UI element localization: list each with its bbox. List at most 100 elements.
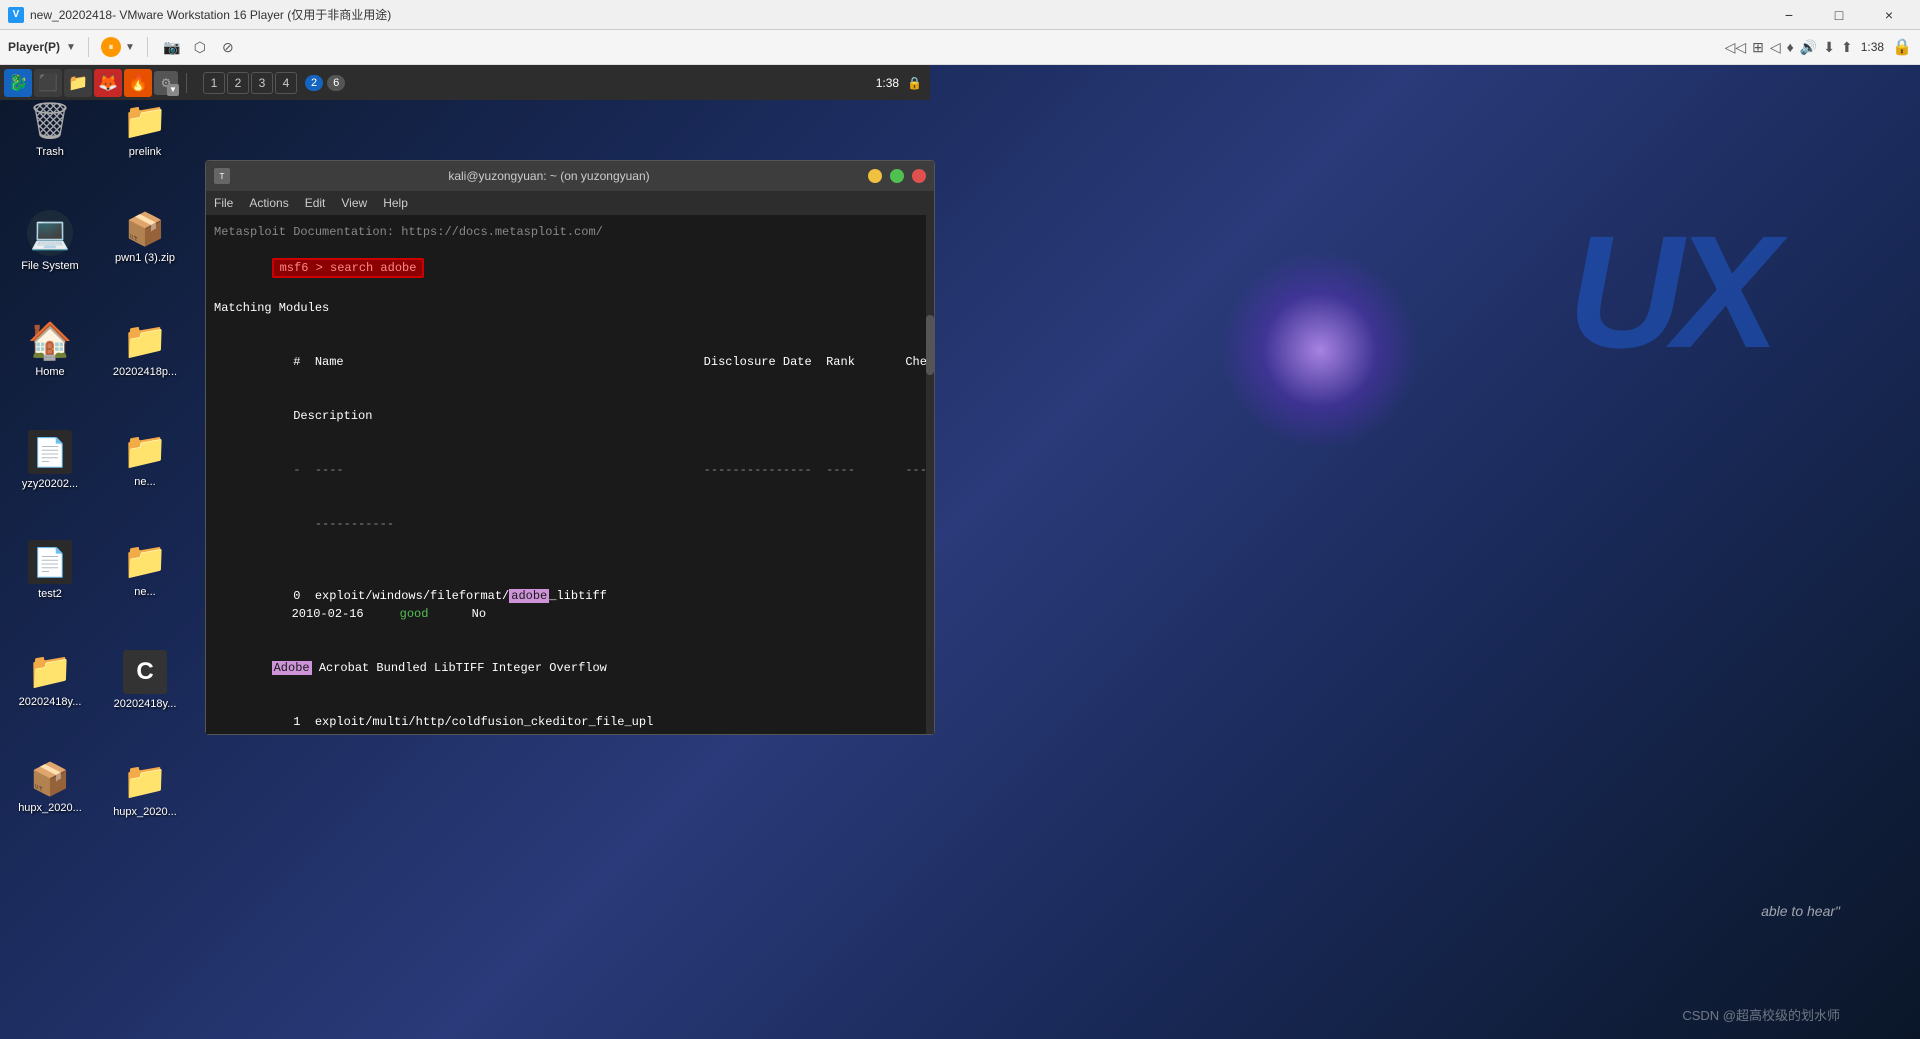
systray-icon-1[interactable]: ◁◁ <box>1725 39 1747 56</box>
desktop-icon-trash[interactable]: 🗑 Trash <box>10 100 90 158</box>
vmware-titlebar: V new_20202418- VMware Workstation 16 Pl… <box>0 0 1920 30</box>
desktop-icon-filesystem[interactable]: 💻 File System <box>10 210 90 272</box>
kali-lock-icon[interactable]: 🔒 <box>907 76 922 90</box>
systray-icons: ◁◁ ⊞ ◁ ♦ 🔊 ⬇ ⬆ <box>1725 39 1853 56</box>
systray-icon-2[interactable]: ⊞ <box>1752 39 1764 56</box>
kali-files-icon[interactable]: 📁 <box>64 69 92 97</box>
usb-icon[interactable]: ⊘ <box>216 35 240 59</box>
desktop-icon-prelink[interactable]: 📁 prelink <box>105 100 185 158</box>
vmware-title-text: new_20202418- VMware Workstation 16 Play… <box>30 6 391 23</box>
kali-tab-numbers: 1 2 3 4 <box>203 72 297 94</box>
kali-browser-icon[interactable]: 🦊 <box>94 69 122 97</box>
desktop-icon-upx2418[interactable]: 📄 yzy20202... <box>10 430 90 490</box>
scrollbar-thumb[interactable] <box>926 315 934 375</box>
player-label: Player(P) <box>8 40 60 54</box>
systray-icon-6[interactable]: ⬇ <box>1823 39 1835 56</box>
terminal-close-btn[interactable] <box>912 169 926 183</box>
terminal-minimize-btn[interactable] <box>868 169 882 183</box>
toolbar-icons: 📷 ⬡ ⊘ <box>160 35 240 59</box>
systray-icon-5[interactable]: 🔊 <box>1800 39 1817 56</box>
maximize-button[interactable]: □ <box>1816 0 1862 30</box>
tab-1-button[interactable]: 1 <box>203 72 225 94</box>
desktop-icon-pwn1zip[interactable]: 📦 pwn1 (3).zip <box>105 210 185 264</box>
tab-3-button[interactable]: 3 <box>251 72 273 94</box>
terminal-module-0-name: 0 exploit/windows/fileformat/adobe_libti… <box>214 569 926 641</box>
player-menu-area: Player(P) ▼ <box>8 40 76 54</box>
tab-2-button[interactable]: 2 <box>227 72 249 94</box>
terminal-body[interactable]: Metasploit Documentation: https://docs.m… <box>206 215 934 734</box>
vmware-title-area: V new_20202418- VMware Workstation 16 Pl… <box>8 6 391 23</box>
terminal-table-desc-header: Description <box>214 389 926 443</box>
kali-badges: 2 6 <box>305 75 345 91</box>
watermark: CSDN @超高校级的划水师 <box>1682 1005 1840 1024</box>
systray-icon-7[interactable]: ⬆ <box>1841 39 1853 56</box>
pause-dropdown[interactable]: ▼ <box>125 42 135 53</box>
badge-2: 2 <box>305 75 323 91</box>
desktop-icon-home[interactable]: 🏠 Home <box>10 320 90 378</box>
quote-decoration: able to hear" <box>1761 903 1840 919</box>
kali-task-icons: 🐉 ⬛ 📁 🦊 🔥 ⚙ ▼ <box>4 69 178 97</box>
terminal-titlebar: T kali@yuzongyuan: ~ (on yuzongyuan) <box>206 161 934 191</box>
terminal-command-line: msf6 > search adobe <box>214 241 926 295</box>
vmware-icon: V <box>8 7 24 23</box>
terminal-sep-2: ----------- <box>214 497 926 551</box>
pause-icon[interactable]: ⏸ <box>101 37 121 57</box>
terminal-module-0-desc: Adobe Acrobat Bundled LibTIFF Integer Ov… <box>214 641 926 695</box>
kali-dragon-icon[interactable]: 🐉 <box>4 69 32 97</box>
taskbar-sep <box>186 73 187 93</box>
kali-taskbar: 🐉 ⬛ 📁 🦊 🔥 ⚙ ▼ 1 2 3 4 2 6 1: <box>0 65 930 100</box>
terminal-window: T kali@yuzongyuan: ~ (on yuzongyuan) Fil… <box>205 160 935 735</box>
systray-icon-3[interactable]: ◁ <box>1770 39 1781 56</box>
lock-icon[interactable]: 🔒 <box>1892 37 1912 57</box>
terminal-blank-2 <box>214 551 926 569</box>
desktop-icon-20202418y[interactable]: C 20202418y... <box>105 650 185 710</box>
terminal-title-text: kali@yuzongyuan: ~ (on yuzongyuan) <box>448 169 649 183</box>
desktop-icon-20202418p[interactable]: 📁 20202418p... <box>105 320 185 378</box>
terminal-blank <box>214 317 926 335</box>
toolbar-separator-1 <box>88 37 89 57</box>
settings-icon[interactable]: ⬡ <box>188 35 212 59</box>
desktop-icon-hupx2020[interactable]: 📁 hupx_2020... <box>105 760 185 818</box>
terminal-menu-help[interactable]: Help <box>383 196 408 210</box>
terminal-maximize-btn[interactable] <box>890 169 904 183</box>
badge-6: 6 <box>327 75 345 91</box>
desktop-icon-test2[interactable]: 📁 ne... <box>105 540 185 598</box>
minimize-button[interactable]: − <box>1766 0 1812 30</box>
kali-settings-icon[interactable]: ⚙ ▼ <box>154 71 178 95</box>
terminal-module-1-name: 1 exploit/multi/http/coldfusion_ckeditor… <box>214 695 926 734</box>
kali-terminal-icon[interactable]: ⬛ <box>34 69 62 97</box>
close-button[interactable]: × <box>1866 0 1912 30</box>
kali-systray: 1:38 🔒 <box>868 65 930 100</box>
window-controls: − □ × <box>1766 0 1912 30</box>
ux-decoration: UX <box>1568 200 1770 384</box>
desktop: UX able to hear" CSDN @超高校级的划水师 🗑 Trash … <box>0 0 1920 1039</box>
terminal-window-controls <box>868 169 926 183</box>
kali-time: 1:38 <box>876 76 899 90</box>
tab-4-button[interactable]: 4 <box>275 72 297 94</box>
pause-control: ⏸ ▼ <box>101 37 135 57</box>
kali-fire-icon[interactable]: 🔥 <box>124 69 152 97</box>
snapshot-icon[interactable]: 📷 <box>160 35 184 59</box>
terminal-table-header: # Name Disclosure Date Rank Check <box>214 335 926 389</box>
vmware-toolbar: Player(P) ▼ ⏸ ▼ 📷 ⬡ ⊘ ◁◁ ⊞ ◁ ♦ 🔊 ⬇ ⬆ 1:3… <box>0 30 1920 65</box>
terminal-command-highlight: msf6 > search adobe <box>272 258 425 278</box>
terminal-icon: T <box>214 168 230 184</box>
desktop-icon-prelink00b[interactable]: 📄 test2 <box>10 540 90 600</box>
vmware-systray: ◁◁ ⊞ ◁ ♦ 🔊 ⬇ ⬆ 1:38 🔒 <box>1725 30 1912 65</box>
scrollbar-track[interactable] <box>926 215 934 734</box>
terminal-menu-file[interactable]: File <box>214 196 233 210</box>
desktop-icon-test3[interactable]: 📁 20202418y... <box>10 650 90 708</box>
light-orb <box>1220 250 1420 450</box>
terminal-menu: File Actions Edit View Help <box>206 191 934 215</box>
terminal-matching-header: Matching Modules <box>214 299 926 317</box>
terminal-menu-actions[interactable]: Actions <box>249 196 288 210</box>
desktop-icon-yzy20202[interactable]: 📁 ne... <box>105 430 185 488</box>
player-dropdown-arrow[interactable]: ▼ <box>66 42 76 53</box>
desktop-icon-20202418yb[interactable]: 📦 hupx_2020... <box>10 760 90 814</box>
terminal-menu-edit[interactable]: Edit <box>305 196 326 210</box>
terminal-doc-line: Metasploit Documentation: https://docs.m… <box>214 223 926 241</box>
terminal-sep-1: - ---- --------------- ---- ----- <box>214 443 926 497</box>
terminal-menu-view[interactable]: View <box>341 196 367 210</box>
toolbar-separator-2 <box>147 37 148 57</box>
systray-icon-4[interactable]: ♦ <box>1787 39 1794 55</box>
